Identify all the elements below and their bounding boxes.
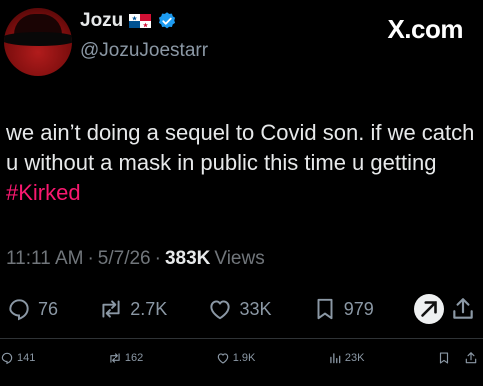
secondary-bookmark-share [437,351,478,365]
verified-badge-icon [157,11,177,31]
heart-icon [210,300,231,320]
bookmark-count: 979 [343,298,374,319]
tweet-date[interactable]: 5/7/26 [98,248,151,270]
secondary-reply-count: 141 [17,352,36,364]
bookmark-icon [317,298,333,320]
reply-icon [9,299,29,321]
reply-icon [1,352,13,365]
reply-count: 76 [38,298,59,319]
secondary-reply-button[interactable]: 141 [0,351,35,365]
author-row: Jozu [80,10,177,32]
secondary-views-count: 23K [344,352,365,364]
repost-button[interactable]: 2.7K [98,296,167,322]
author-name[interactable]: Jozu [80,10,123,32]
views-count: 383K [164,248,211,269]
avatar[interactable] [4,8,72,76]
tweet-meta: 11:11 AM · 5/7/26 · 383K Views [6,248,265,270]
secondary-like-count: 1.9K [232,352,256,364]
hashtag-link[interactable]: #Kirked [6,180,81,205]
repost-icon [102,300,120,318]
secondary-like-button[interactable]: 1.9K [216,351,256,365]
secondary-repost-button[interactable]: 162 [108,351,143,365]
repost-icon [110,353,120,363]
meta-separator: · [87,248,94,269]
tweet-body: we ain’t doing a sequel to Covid son. if… [6,120,475,175]
repost-count: 2.7K [130,298,168,319]
author-handle[interactable]: @JozuJoestarr [80,40,208,62]
divider [0,338,483,339]
tweet-text: we ain’t doing a sequel to Covid son. if… [6,118,476,208]
avatar-hat-brim [4,32,72,46]
bookmark-icon[interactable] [437,351,451,365]
secondary-repost-count: 162 [124,352,144,364]
secondary-views-button[interactable]: 23K [328,351,365,365]
views-label: Views [214,248,265,269]
grok-button[interactable] [413,294,476,324]
bookmark-button[interactable]: 979 [312,296,374,322]
secondary-action-bar: 141 162 1.9K 23K [0,348,478,368]
like-button[interactable]: 33K [207,296,272,322]
tweet-time[interactable]: 11:11 AM [6,248,83,270]
grok-icon [413,294,444,324]
panama-flag-icon [129,14,152,28]
like-count: 33K [239,298,272,319]
analytics-icon [330,353,341,364]
meta-separator: · [154,248,161,269]
share-icon[interactable] [464,351,478,365]
action-bar: 76 2.7K 33K 979 [6,292,476,326]
heart-icon [217,353,228,364]
share-icon[interactable] [450,296,476,322]
reply-button[interactable]: 76 [6,296,58,322]
source-label: X.com [387,14,463,44]
